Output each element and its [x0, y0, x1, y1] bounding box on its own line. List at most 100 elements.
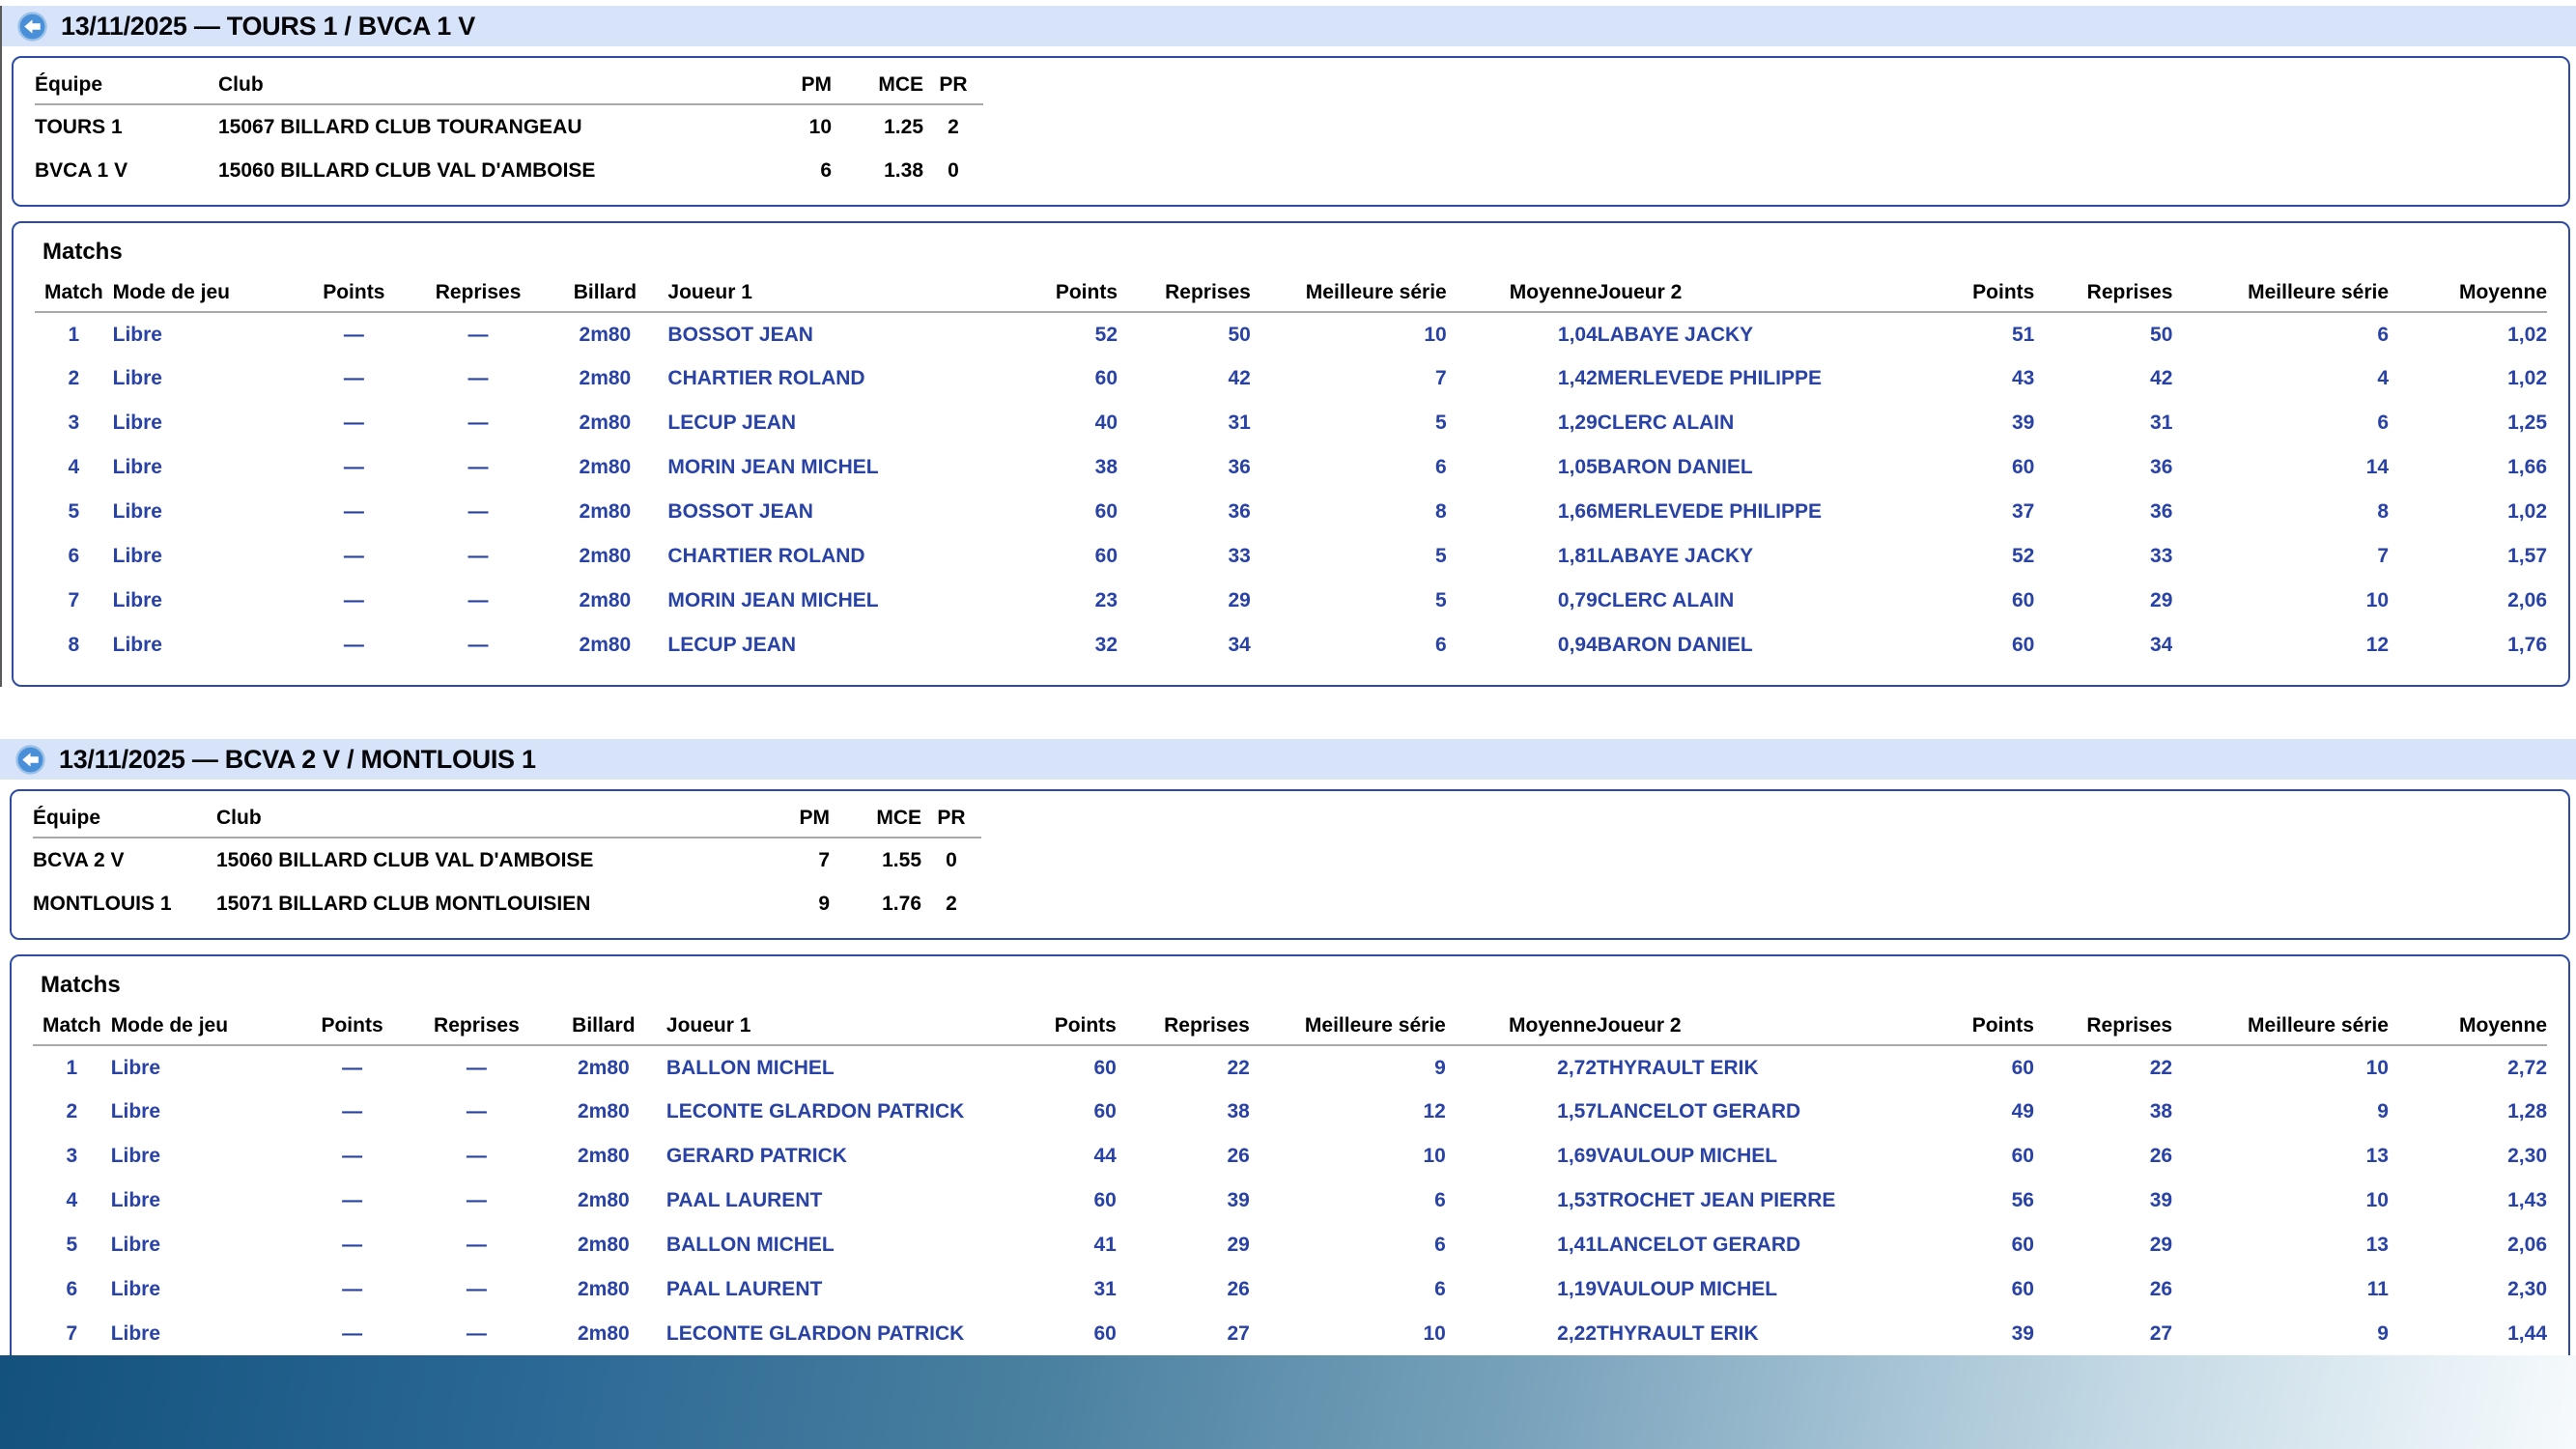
match-cell-4: 2m80: [577, 1189, 630, 1211]
match-cell-9: 1,29: [1557, 412, 1598, 434]
match-cell-5: MORIN JEAN MICHEL: [667, 456, 879, 478]
match-cell-6: 32: [1094, 634, 1118, 656]
match-cell-10: LANCELOT GERARD: [1597, 1234, 1801, 1256]
match-cell-6: 60: [1093, 1189, 1117, 1211]
match-cell-2: —: [342, 1278, 363, 1300]
team-cell-2: 6: [820, 159, 832, 182]
team-cell-0: BVCA 1 V: [35, 159, 128, 182]
match-cell-8: 8: [1435, 500, 1447, 523]
match-cell-4: 2m80: [579, 367, 632, 389]
match-cell-2: —: [342, 1234, 363, 1256]
match-cell-11: 52: [2011, 545, 2035, 567]
match-cell-14: 1,02: [2507, 323, 2547, 346]
match-col-header-1: Mode de jeu: [110, 1009, 293, 1046]
matches-box: Matchs Match Mode de jeu Points Reprises Bil…: [10, 954, 2570, 1420]
match-cell-12: 42: [2150, 367, 2173, 389]
match-cell-3: —: [467, 589, 489, 611]
match-cell-11: 60: [2011, 634, 2035, 656]
match-cell-6: 40: [1094, 412, 1118, 434]
match-cell-7: 39: [1227, 1189, 1250, 1211]
match-cell-3: —: [466, 1100, 487, 1122]
team-col-header-0: Équipe: [33, 801, 216, 838]
match-cell-13: 14: [2365, 456, 2390, 478]
teams-box: Équipe Club PM MCE PR BCVA 2 V 15060 BILLARD …: [10, 789, 2570, 940]
match-cell-14: 1,43: [2507, 1189, 2547, 1211]
team-cell-3: 1.55: [882, 848, 921, 871]
match-cell-2: —: [343, 500, 364, 523]
match-cell-10: LABAYE JACKY: [1597, 323, 1754, 346]
match-cell-4: 2m80: [577, 1234, 630, 1256]
match-cell-9: 1,66: [1557, 500, 1598, 523]
match-cell-1: Libre: [110, 1100, 161, 1122]
team-cell-3: 1.25: [884, 115, 923, 138]
match-cell-3: —: [467, 456, 489, 478]
match-cell-4: 2m80: [577, 1056, 630, 1079]
match-cell-6: 23: [1094, 589, 1118, 611]
match-cell-12: 22: [2149, 1056, 2173, 1079]
match-row: 5 Libre — — 2m80 BALLON MICHEL 41 29 6 1,41 LANCEL…: [33, 1223, 2548, 1267]
match-cell-14: 1,25: [2507, 412, 2547, 434]
match-cell-7: 36: [1228, 500, 1251, 523]
match-cell-7: 26: [1227, 1145, 1250, 1167]
match-row: 4 Libre — — 2m80 PAAL LAURENT 60 39 6 1,53 TROCHET…: [33, 1179, 2548, 1223]
match-cell-12: 33: [2150, 545, 2173, 567]
match-row: 8 Libre — — 2m80 LECUP JEAN 32 34 6 0,94 BARON DAN…: [35, 623, 2547, 668]
match-col-header-2: Points: [292, 1009, 413, 1046]
match-cell-3: —: [466, 1056, 487, 1079]
match-cell-9: 2,72: [1557, 1056, 1598, 1079]
match-cell-13: 10: [2365, 1056, 2389, 1079]
match-cell-12: 36: [2150, 500, 2173, 523]
team-row: BVCA 1 V 15060 BILLARD CLUB VAL D'AMBOISE…: [35, 149, 983, 193]
match-cell-4: 2m80: [577, 1278, 630, 1300]
match-cell-6: 60: [1093, 1100, 1117, 1122]
team-cell-0: BCVA 2 V: [33, 848, 125, 871]
match-cell-2: —: [343, 589, 364, 611]
match-cell-4: 2m80: [579, 500, 632, 523]
back-icon[interactable]: [15, 744, 45, 775]
match-row: 6 Libre — — 2m80 CHARTIER ROLAND 60 33 5 1,81 LABA…: [35, 534, 2547, 579]
match-cell-14: 2,30: [2507, 1278, 2547, 1300]
team-cell-2: 9: [818, 893, 830, 915]
match-col-header-7: Reprises: [1118, 275, 1251, 313]
match-cell-3: —: [466, 1234, 487, 1256]
match-cell-0: 8: [68, 634, 80, 656]
match-row: 3 Libre — — 2m80 GERARD PATRICK 44 26 10 1,69 VAUL…: [33, 1134, 2548, 1179]
match-cell-2: —: [343, 323, 364, 346]
match-cell-4: 2m80: [577, 1322, 630, 1345]
back-icon[interactable]: [17, 11, 47, 42]
match-cell-3: —: [466, 1278, 487, 1300]
match-cell-8: 12: [1423, 1100, 1446, 1122]
match-cell-14: 2,30: [2507, 1145, 2547, 1167]
match-cell-13: 13: [2365, 1145, 2389, 1167]
match-cell-5: BALLON MICHEL: [665, 1056, 835, 1079]
match-cell-3: —: [466, 1145, 487, 1167]
match-cell-0: 2: [66, 1100, 78, 1122]
match-cell-14: 1,02: [2507, 500, 2547, 523]
match-col-header-14: Moyenne: [2389, 275, 2547, 313]
team-cell-1: 15060 BILLARD CLUB VAL D'AMBOISE: [216, 848, 594, 871]
match-cell-13: 6: [2377, 412, 2390, 434]
match-cell-11: 60: [2011, 1056, 2034, 1079]
match-cell-3: —: [467, 500, 489, 523]
match-cell-8: 10: [1423, 1322, 1446, 1345]
match-cell-6: 60: [1094, 545, 1118, 567]
match-col-header-14: Moyenne: [2388, 1009, 2547, 1046]
match-cell-13: 9: [2377, 1322, 2389, 1345]
match-cell-11: 60: [2011, 456, 2035, 478]
match-cell-5: CHARTIER ROLAND: [667, 545, 865, 567]
match-cell-11: 49: [2011, 1100, 2034, 1122]
match-cell-9: 1,69: [1557, 1145, 1598, 1167]
match-col-header-3: Reprises: [412, 1009, 541, 1046]
match-cell-0: 7: [68, 589, 80, 611]
match-cell-7: 33: [1228, 545, 1251, 567]
match-cell-3: —: [467, 323, 489, 346]
match-cell-8: 5: [1435, 545, 1447, 567]
matchs-title: Matchs: [42, 239, 123, 265]
match-cell-6: 41: [1093, 1234, 1117, 1256]
team-cell-1: 15067 BILLARD CLUB TOURANGEAU: [218, 115, 582, 138]
match-col-header-12: Reprises: [2033, 1009, 2173, 1046]
match-cell-8: 10: [1423, 1145, 1446, 1167]
match-cell-1: Libre: [112, 456, 162, 478]
match-cell-6: 60: [1093, 1322, 1117, 1345]
match-cell-12: 50: [2150, 323, 2173, 346]
